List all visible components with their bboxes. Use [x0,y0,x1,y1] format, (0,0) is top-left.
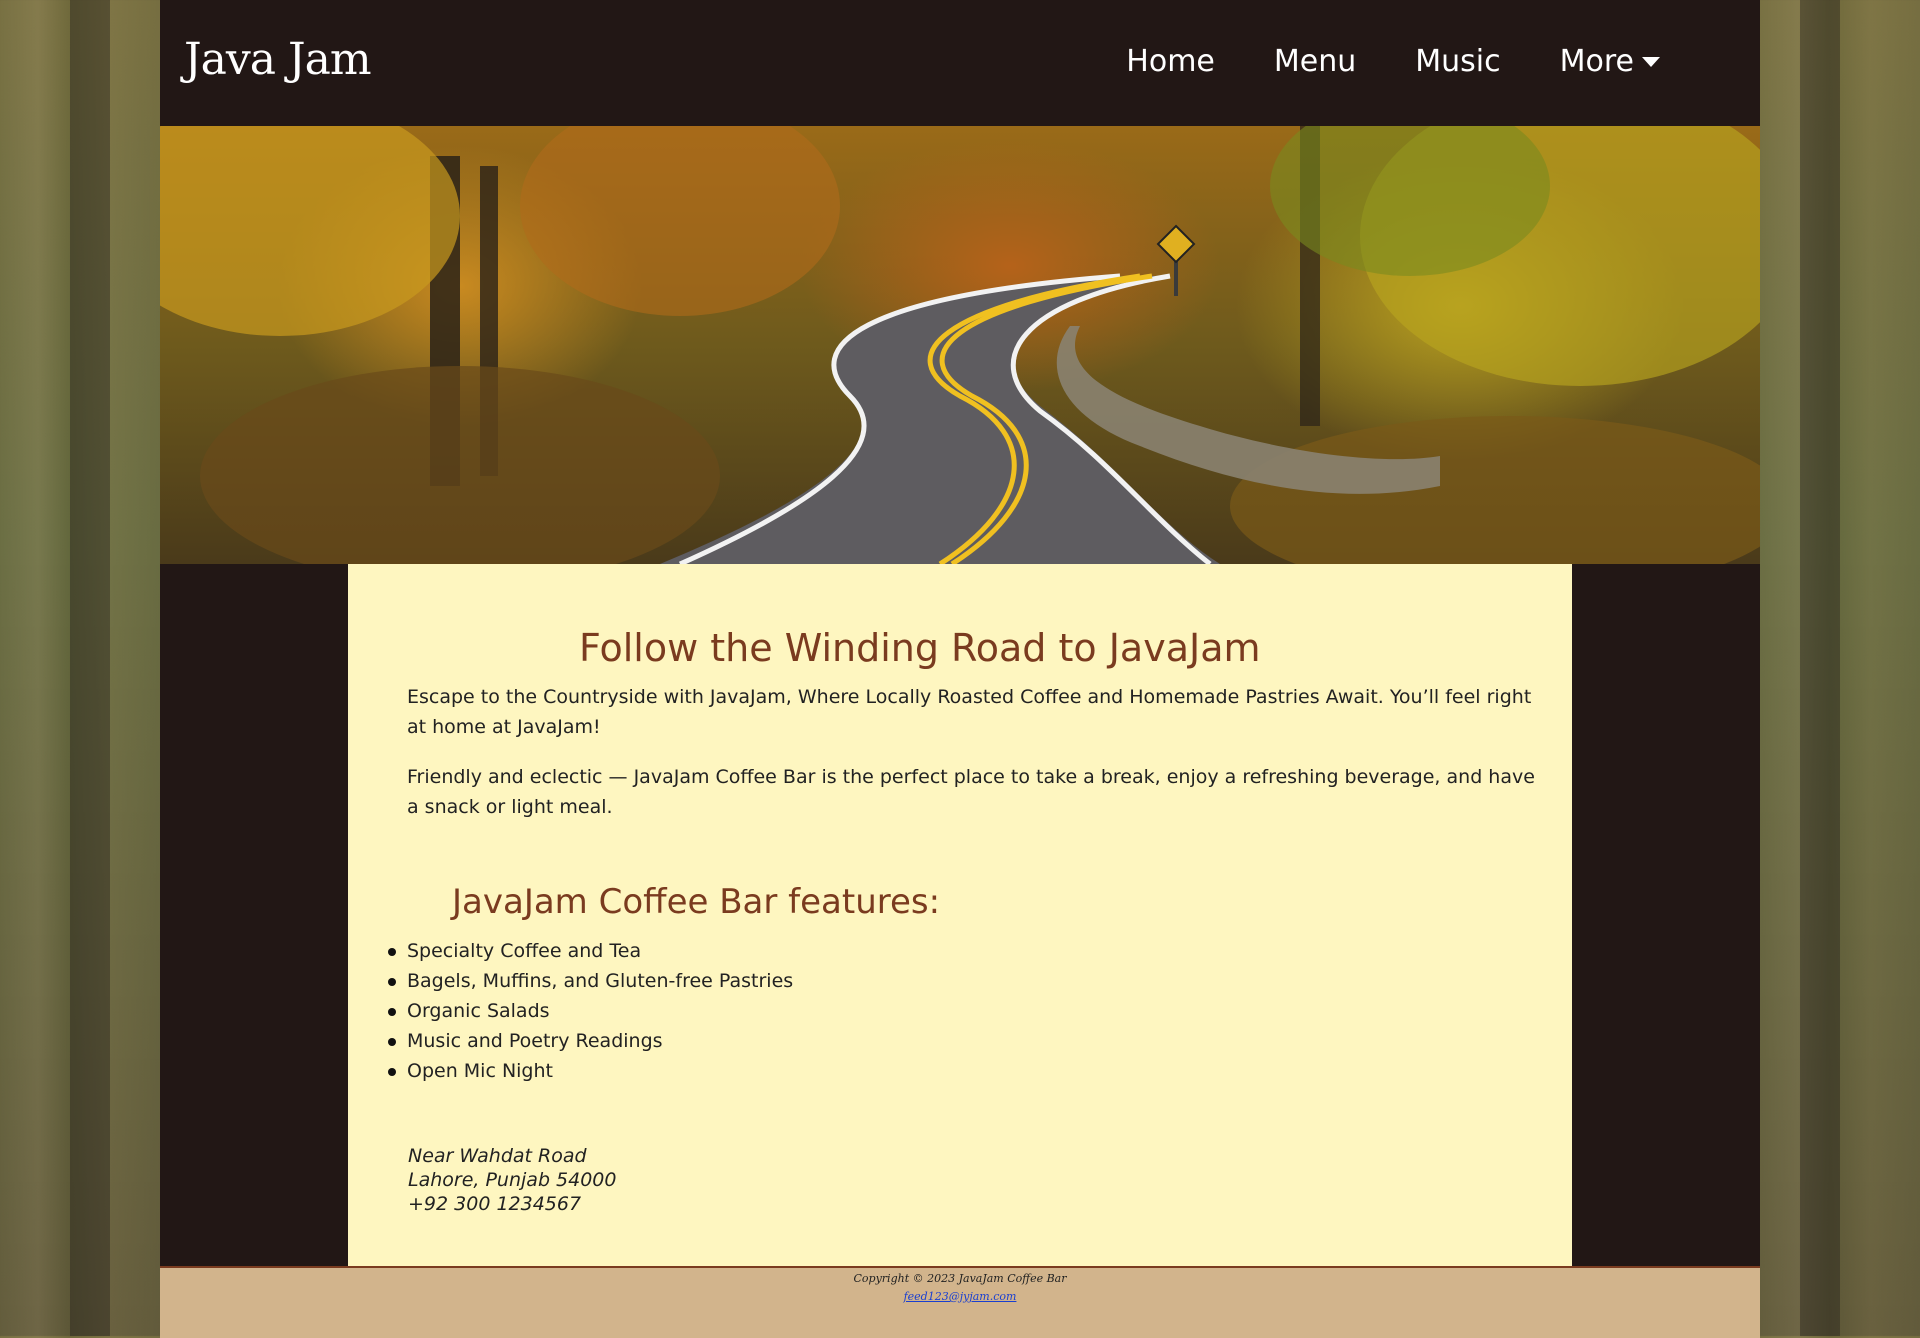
list-item: Music and Poetry Readings [387,1026,793,1056]
address-line-1: Near Wahdat Road [408,1145,587,1167]
list-item: Specialty Coffee and Tea [387,936,793,966]
list-item: Open Mic Night [387,1056,793,1086]
page-heading: Follow the Winding Road to JavaJam [579,626,1261,670]
caret-down-icon [1642,56,1660,67]
nav-home-label: Home [1126,44,1215,79]
description-paragraph: Friendly and eclectic — JavaJam Coffee B… [407,766,1535,818]
nav-music-label: Music [1415,44,1501,79]
features-heading: JavaJam Coffee Bar features: [452,882,941,922]
nav-home[interactable]: Home [1126,44,1215,79]
nav-menu[interactable]: Menu [1274,44,1356,79]
main-content: Follow the Winding Road to JavaJam Escap… [348,564,1572,1266]
hero-image [160,126,1760,564]
features-list: Specialty Coffee and Tea Bagels, Muffins… [387,936,793,1086]
nav-more-label: More [1559,44,1634,79]
nav-music[interactable]: Music [1415,44,1500,79]
winding-road-illustration [160,126,1760,564]
email-link[interactable]: feed123@jyjam.com [904,1290,1017,1303]
page-wrapper: Java Jam Home Menu Music More Follow the… [160,0,1760,1338]
intro-paragraph: Escape to the Countryside with JavaJam, … [407,686,1532,738]
list-item: Bagels, Muffins, and Gluten-free Pastrie… [387,966,793,996]
address-block: Near Wahdat Road Lahore, Punjab 54000 +9… [408,1144,616,1216]
address-line-2: Lahore, Punjab 54000 [408,1169,617,1191]
nav-more-dropdown[interactable]: More [1560,44,1660,79]
phone-number: +92 300 1234567 [408,1193,582,1215]
background-tree-trunk [1800,0,1840,1336]
nav-menu-label: Menu [1273,44,1357,79]
copyright-text: Copyright © 2023 JavaJam Coffee Bar [853,1272,1067,1285]
list-item: Organic Salads [387,996,793,1026]
site-header: Java Jam Home Menu Music More [160,0,1760,126]
site-logo[interactable]: Java Jam [184,34,372,85]
background-tree-trunk [70,0,110,1336]
main-nav: Home Menu Music More [1126,44,1660,79]
site-footer: Copyright © 2023 JavaJam Coffee Bar feed… [160,1266,1760,1338]
